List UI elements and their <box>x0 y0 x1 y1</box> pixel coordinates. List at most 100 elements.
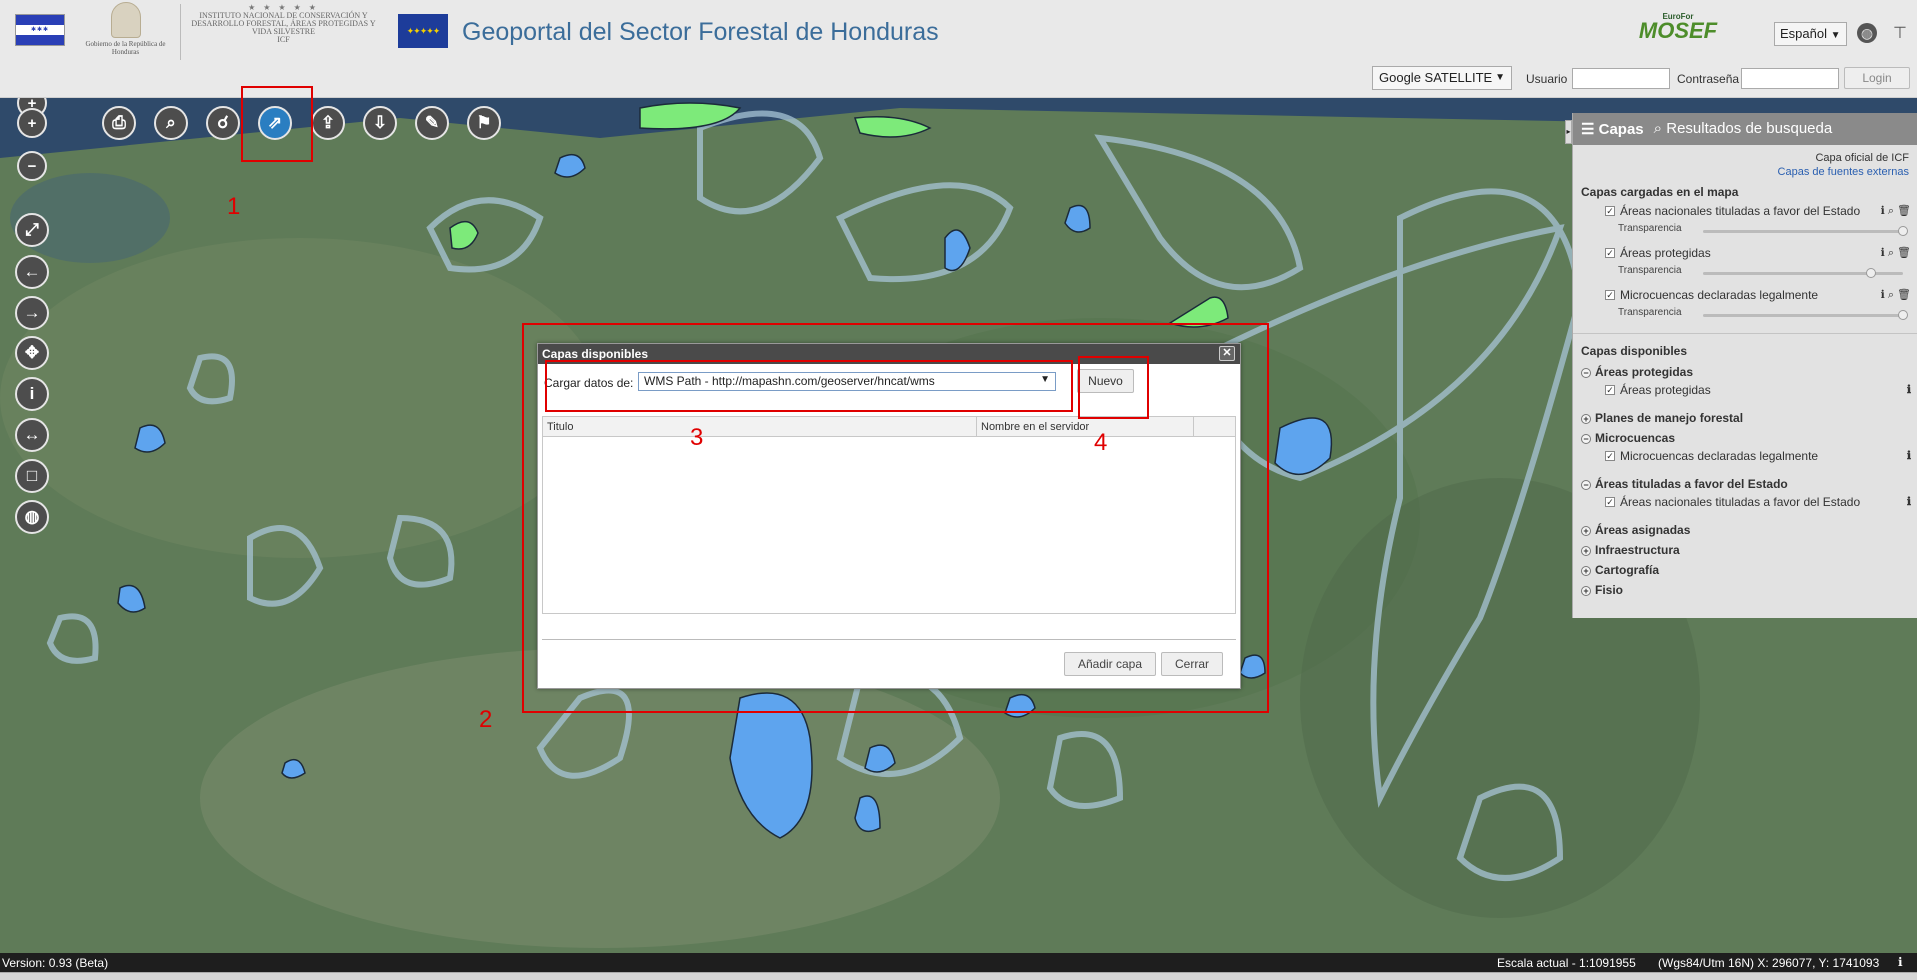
group-areas-asignadas[interactable]: + Áreas asignadas <box>1573 520 1917 540</box>
transparency-slider[interactable] <box>1703 310 1908 320</box>
add-layer-button[interactable]: Añadir capa <box>1064 652 1156 676</box>
layer-actions[interactable]: ℹ ⌕ 🗑 <box>1881 288 1911 302</box>
group-areas-tituladas[interactable]: − Áreas tituladas a favor del Estado <box>1573 474 1917 494</box>
language-select[interactable]: Español ▼ <box>1774 22 1847 46</box>
print-button[interactable]: ⎙ <box>102 106 136 140</box>
info-icon[interactable]: ℹ <box>1907 495 1911 508</box>
info-button[interactable]: i <box>15 377 49 411</box>
pan-button[interactable]: ✥ <box>15 336 49 370</box>
annotation-box-4 <box>1078 356 1149 419</box>
pan-icon: ✥ <box>24 343 40 362</box>
available-layers-title: Capas disponibles <box>1581 344 1688 358</box>
binoculars-button[interactable]: ☌ <box>206 106 240 140</box>
panel-toggle-handle[interactable]: ▸ <box>1565 120 1572 144</box>
info-icon[interactable]: ℹ <box>1898 955 1903 969</box>
layer-actions[interactable]: ℹ ⌕ 🗑 <box>1881 204 1911 218</box>
full-extent-button[interactable]: ⤢ <box>15 213 49 247</box>
group-planes-manejo[interactable]: + Planes de manejo forestal <box>1573 408 1917 428</box>
expand-icon: + <box>1581 526 1591 536</box>
collapse-icon: − <box>1581 368 1591 378</box>
annotation-number-3: 3 <box>690 424 704 451</box>
layers-grid[interactable]: Titulo Nombre en el servidor <box>542 416 1236 614</box>
flag-icon: ⚑ <box>476 113 492 132</box>
layer-checkbox[interactable]: ✓ <box>1605 385 1615 395</box>
scale-text: Escala actual - 1:1091955 <box>1497 956 1636 970</box>
external-layers-link[interactable]: Capas de fuentes externas <box>1581 165 1909 179</box>
header: ✱✱✱ Gobierno de la República de Honduras… <box>0 0 1917 98</box>
zoom-in-button[interactable]: + <box>17 108 47 138</box>
layer-actions[interactable]: ℹ ⌕ 🗑 <box>1881 246 1911 260</box>
version-text: Version: 0.93 (Beta) <box>2 956 109 970</box>
next-extent-button[interactable]: → <box>15 296 49 330</box>
globe-icon[interactable]: ◍ <box>1857 23 1877 43</box>
bottom-strip <box>0 972 1917 980</box>
measure-distance-button[interactable]: ↔ <box>15 418 49 452</box>
layer-checkbox[interactable]: ✓ <box>1605 497 1615 507</box>
flag-button[interactable]: ⚑ <box>467 106 501 140</box>
basemap-select[interactable]: Google SATELLITE ▼ <box>1372 66 1512 90</box>
layer-checkbox[interactable]: ✓ <box>1605 290 1615 300</box>
globe-icon: ◍ <box>24 507 40 526</box>
login-button[interactable]: Login <box>1844 67 1910 89</box>
layer-checkbox[interactable]: ✓ <box>1605 206 1615 216</box>
annotation-number-4: 4 <box>1094 429 1108 456</box>
layer-checkbox[interactable]: ✓ <box>1605 248 1615 258</box>
group-microcuencas[interactable]: − Microcuencas <box>1573 428 1917 448</box>
arrow-left-icon: ← <box>23 262 41 281</box>
coat-of-arms-icon <box>110 2 141 38</box>
sitemap-icon[interactable]: ⊤ <box>1889 23 1911 43</box>
expand-icon: ⤢ <box>25 220 39 239</box>
group-cartografia[interactable]: + Cartografía <box>1573 560 1917 580</box>
grid-header: Titulo Nombre en el servidor <box>543 417 1235 437</box>
transparency-row: Transparencia <box>1573 263 1917 287</box>
transparency-row: Transparencia <box>1573 221 1917 245</box>
transparency-slider[interactable] <box>1703 268 1903 278</box>
globe-tool-button[interactable]: ◍ <box>15 500 49 534</box>
coordinates-text: (Wgs84/Utm 16N) X: 296077, Y: 1741093 <box>1658 956 1880 970</box>
close-icon[interactable]: ✕ <box>1219 346 1235 361</box>
group-infraestructura[interactable]: + Infraestructura <box>1573 540 1917 560</box>
expand-icon: + <box>1581 414 1591 424</box>
tab-layers[interactable]: ☰ Capas <box>1581 120 1644 138</box>
group-areas-protegidas[interactable]: − Áreas protegidas <box>1573 362 1917 382</box>
available-layer-row: ✓ Áreas protegidas ℹ <box>1605 383 1911 397</box>
layers-panel: ☰ Capas ⌕ Resultados de busqueda Capa of… <box>1572 113 1917 618</box>
user-field[interactable] <box>1572 68 1670 89</box>
measure-area-button[interactable]: □ <box>15 459 49 493</box>
icf-logo: ★ ★ ★ ★ ★ INSTITUTO NACIONAL DE CONSERVA… <box>180 4 380 60</box>
download-icon: ⇩ <box>372 113 388 132</box>
search-button[interactable]: ⌕ <box>154 106 188 140</box>
info-icon[interactable]: ℹ <box>1907 449 1911 462</box>
upload-button[interactable]: ⇪ <box>311 106 345 140</box>
info-icon: i <box>29 384 35 403</box>
group-fisio[interactable]: + Fisio <box>1573 580 1917 600</box>
mosef-logo: EuroFor MOSEF <box>1638 12 1718 43</box>
arrow-right-icon: → <box>23 303 41 322</box>
zoom-out-button[interactable]: − <box>17 151 47 181</box>
close-dialog-button[interactable]: Cerrar <box>1161 652 1223 676</box>
download-button[interactable]: ⇩ <box>363 106 397 140</box>
layer-checkbox[interactable]: ✓ <box>1605 451 1615 461</box>
previous-extent-button[interactable]: ← <box>15 255 49 289</box>
government-logo: Gobierno de la República de Honduras <box>78 2 173 64</box>
search-icon: ⌕ <box>166 113 176 132</box>
edit-button[interactable]: ✎ <box>415 106 449 140</box>
page-title: Geoportal del Sector Forestal de Hondura… <box>462 18 939 46</box>
official-layer-link[interactable]: Capa oficial de ICF <box>1581 151 1909 165</box>
panel-links: Capa oficial de ICF Capas de fuentes ext… <box>1573 145 1917 179</box>
annotation-box-1 <box>241 86 313 162</box>
status-bar: Version: 0.93 (Beta) Escala actual - 1:1… <box>0 953 1917 972</box>
column-server-name[interactable]: Nombre en el servidor <box>981 421 1089 433</box>
tab-search-results[interactable]: ⌕ Resultados de busqueda <box>1654 120 1833 138</box>
password-field[interactable] <box>1741 68 1839 89</box>
loaded-layers-title: Capas cargadas en el mapa <box>1581 185 1739 199</box>
transparency-slider[interactable] <box>1703 226 1908 236</box>
honduras-flag-logo: ✱✱✱ <box>15 14 65 46</box>
available-layer-row: ✓ Microcuencas declaradas legalmente ℹ <box>1605 449 1911 463</box>
column-title[interactable]: Titulo <box>547 421 574 433</box>
expand-icon: + <box>1581 566 1591 576</box>
square-icon: □ <box>26 466 38 485</box>
eu-flag-logo: ✦✦✦✦✦ <box>398 14 448 48</box>
print-icon: ⎙ <box>112 113 126 132</box>
info-icon[interactable]: ℹ <box>1907 383 1911 396</box>
